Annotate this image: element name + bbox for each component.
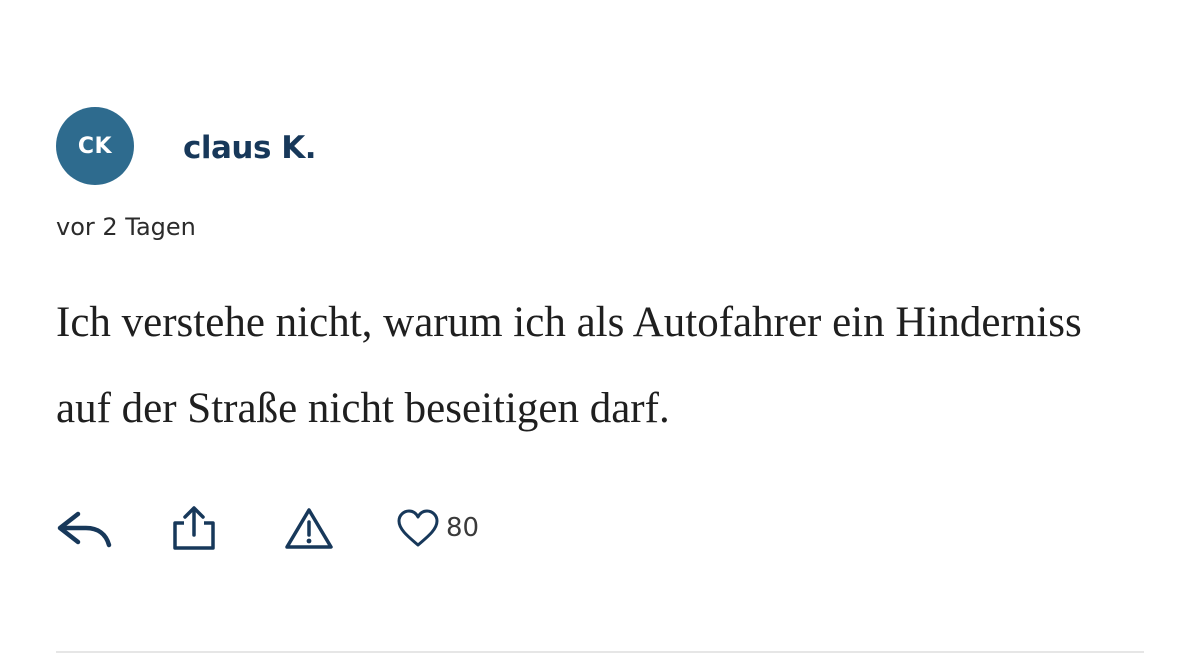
divider xyxy=(56,651,1144,653)
reply-icon xyxy=(57,511,112,548)
comment-text: Ich verstehe nicht, warum ich als Autofa… xyxy=(56,299,1082,432)
timestamp: vor 2 Tagen xyxy=(56,213,196,241)
avatar-initials: CK xyxy=(77,133,113,159)
heart-icon xyxy=(397,509,439,547)
comment-card: CK claus K. vor 2 Tagen Ich verstehe nic… xyxy=(56,0,1144,656)
reply-button[interactable] xyxy=(56,503,170,553)
like-button[interactable]: 80 xyxy=(396,503,536,553)
comment-actions: 80 xyxy=(56,503,536,553)
share-button[interactable] xyxy=(170,503,284,553)
warning-icon xyxy=(285,508,333,549)
share-icon xyxy=(173,506,215,550)
report-button[interactable] xyxy=(284,503,396,553)
avatar[interactable]: CK xyxy=(56,107,134,185)
author-name[interactable]: claus K. xyxy=(183,126,317,170)
like-count: 80 xyxy=(446,513,480,543)
